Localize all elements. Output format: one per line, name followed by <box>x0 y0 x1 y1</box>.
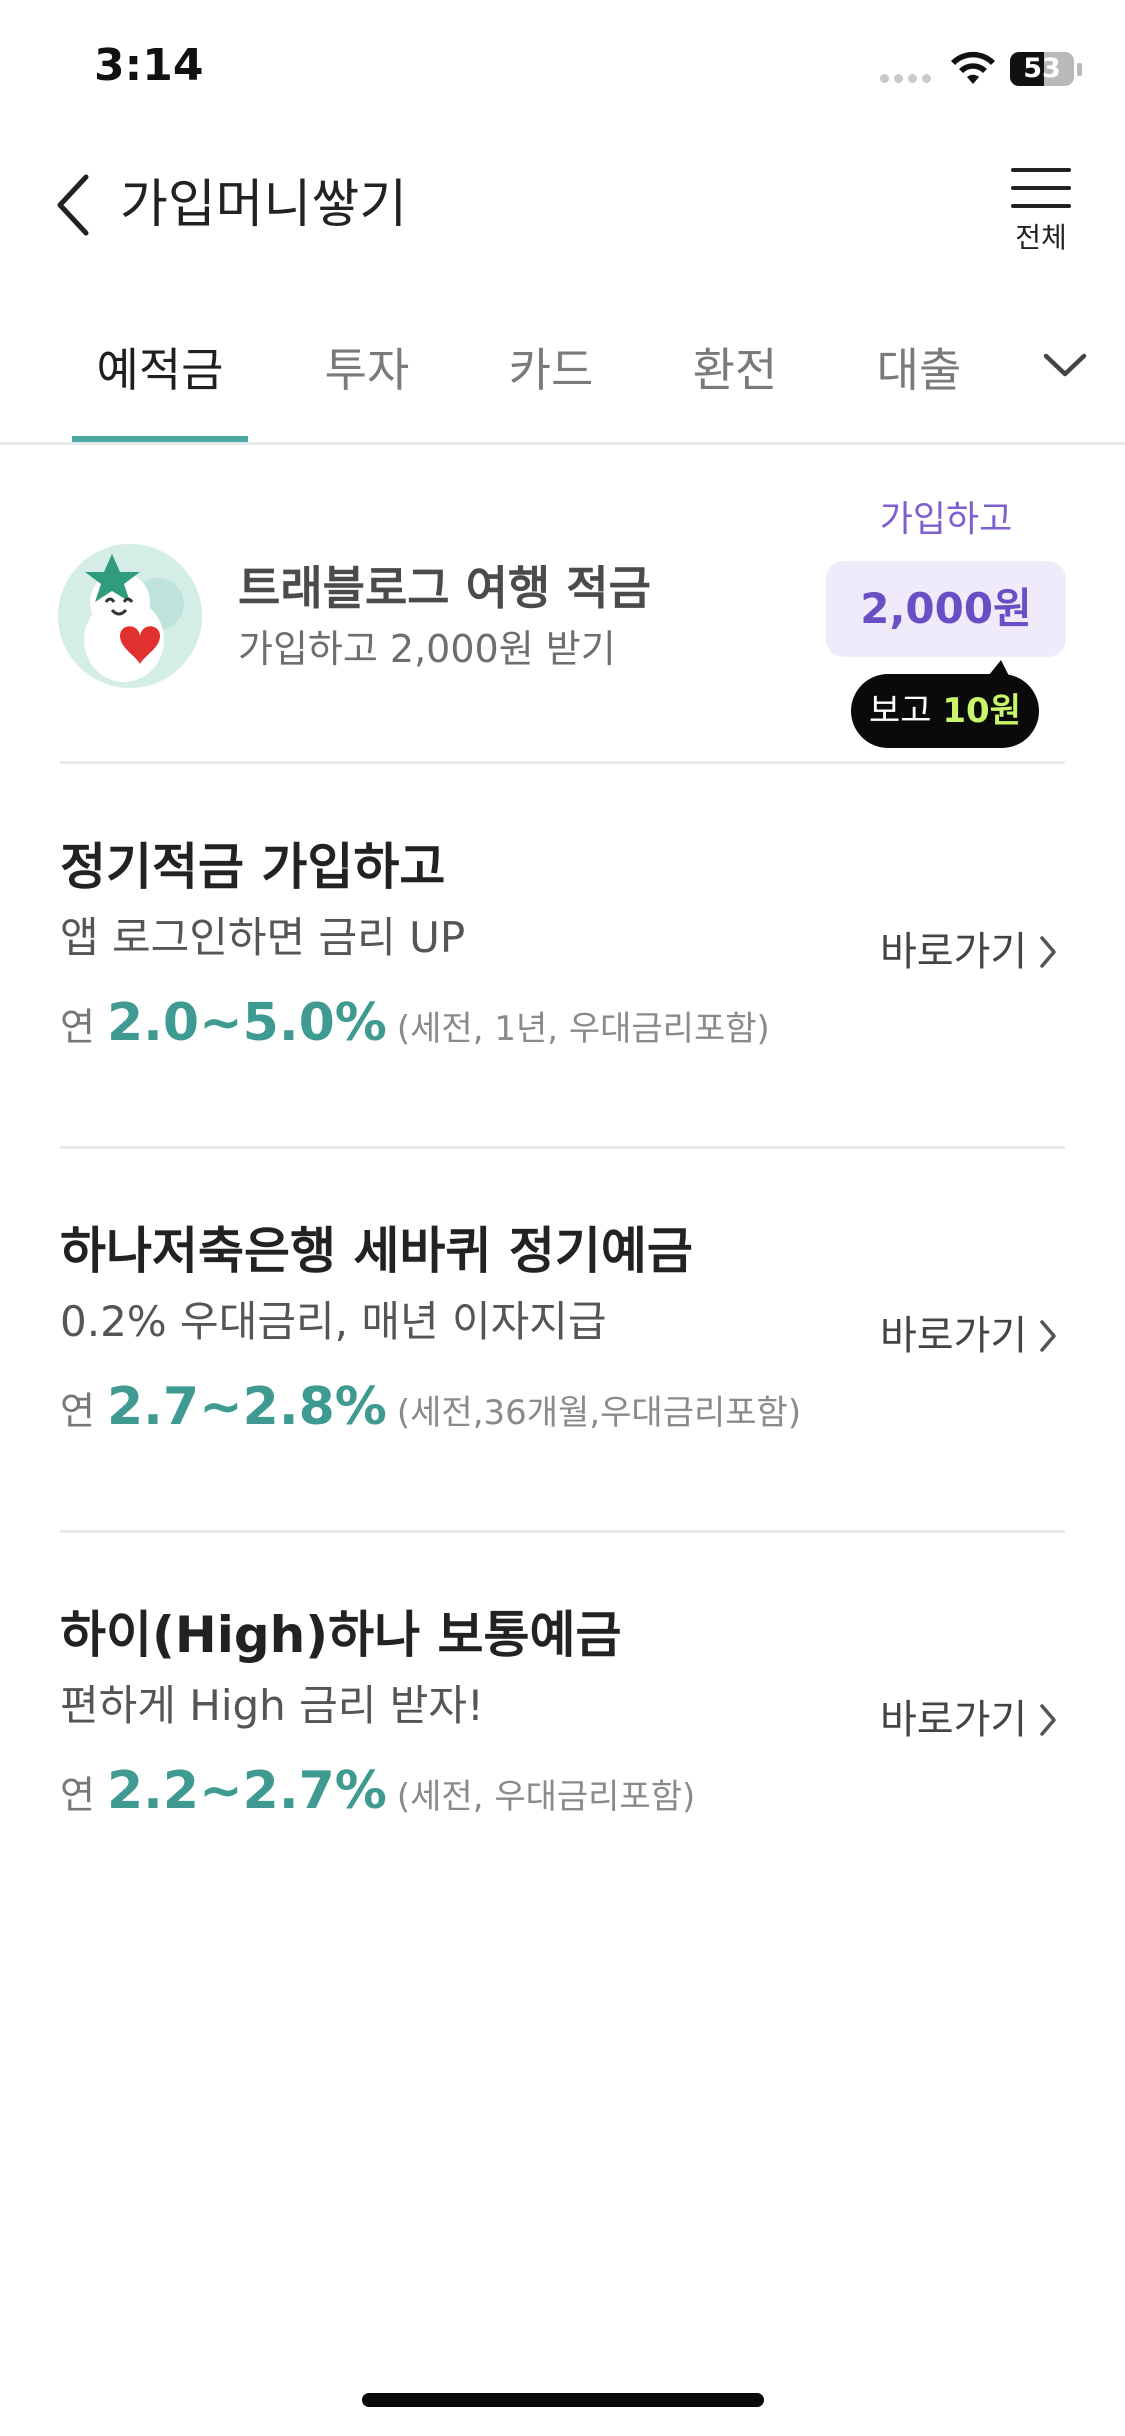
chevron-left-icon <box>57 174 89 236</box>
go-label: 바로가기 <box>880 1697 1028 1743</box>
wifi-icon <box>951 51 995 84</box>
battery-cap <box>1077 63 1082 76</box>
go-label: 바로가기 <box>880 1313 1028 1359</box>
go-button[interactable]: 바로가기 <box>880 1306 1057 1366</box>
promo-character-image <box>58 544 202 688</box>
cellular-signal-icon <box>880 74 931 83</box>
divider <box>60 1530 1065 1533</box>
reward-prefix: 보고 <box>869 691 932 731</box>
product-rate: 연 2.7~2.8% (세전,36개월,우대금리포함) <box>60 1372 801 1454</box>
product-rate: 연 2.2~2.7% (세전, 우대금리포함) <box>60 1756 695 1838</box>
product-card[interactable]: 하이(High)하나 보통예금 편하게 High 금리 받자! 연 2.2~2.7… <box>0 1600 1125 1930</box>
rate-value: 2.2~2.7% <box>106 1761 387 1821</box>
rate-value: 2.0~5.0% <box>106 993 387 1053</box>
tab-savings[interactable]: 예적금 <box>72 330 248 410</box>
reward-badge: 보고 10원 <box>851 674 1039 748</box>
chevron-right-icon <box>1040 1704 1056 1736</box>
status-time: 3:14 <box>94 40 204 91</box>
back-button[interactable] <box>44 165 104 245</box>
promo-cta-label: 가입하고 <box>879 499 1013 540</box>
rate-prefix: 연 <box>60 1773 95 1817</box>
active-tab-indicator <box>72 436 248 442</box>
promo-amount-button[interactable]: 2,000원 <box>826 561 1066 657</box>
product-description: 0.2% 우대금리, 매년 이자지급 <box>60 1297 607 1346</box>
home-indicator[interactable] <box>362 2393 764 2407</box>
product-title: 하이(High)하나 보통예금 <box>60 1606 622 1664</box>
rate-note: (세전, 우대금리포함) <box>396 1777 696 1817</box>
go-label: 바로가기 <box>880 929 1028 975</box>
category-tabs: 예적금 투자 카드 환전 대출 <box>0 310 1125 445</box>
product-rate: 연 2.0~5.0% (세전, 1년, 우대금리포함) <box>60 988 770 1070</box>
tab-exchange[interactable]: 환전 <box>668 330 802 410</box>
product-card[interactable]: 하나저축은행 세바퀴 정기예금 0.2% 우대금리, 매년 이자지급 연 2.7~… <box>0 1216 1125 1546</box>
product-title: 하나저축은행 세바퀴 정기예금 <box>60 1222 693 1280</box>
rate-prefix: 연 <box>60 1389 95 1433</box>
hamburger-menu-icon <box>1011 168 1071 208</box>
product-description: 편하게 High 금리 받자! <box>60 1681 484 1730</box>
tab-card[interactable]: 카드 <box>484 330 618 410</box>
promo-subtitle: 가입하고 2,000원 받기 <box>238 627 616 671</box>
promo-banner[interactable]: 트래블로그 여행 적금 가입하고 2,000원 받기 가입하고 2,000원 보… <box>0 450 1125 760</box>
rate-value: 2.7~2.8% <box>106 1377 387 1437</box>
chevron-down-icon[interactable] <box>1040 340 1090 390</box>
divider <box>60 1146 1065 1149</box>
battery-icon: 53 <box>1010 52 1074 86</box>
menu-label: 전체 <box>1015 221 1067 254</box>
rate-note: (세전,36개월,우대금리포함) <box>396 1393 802 1433</box>
product-title: 정기적금 가입하고 <box>60 838 446 896</box>
chevron-right-icon <box>1040 936 1056 968</box>
battery-level-text: 53 <box>1023 53 1061 84</box>
tab-investment[interactable]: 투자 <box>300 330 434 410</box>
tab-loan[interactable]: 대출 <box>852 330 986 410</box>
promo-title: 트래블로그 여행 적금 <box>238 561 651 615</box>
chevron-right-icon <box>1040 1320 1056 1352</box>
all-menu-button[interactable]: 전체 <box>996 160 1086 270</box>
status-bar: 3:14 53 <box>0 0 1125 140</box>
reward-amount: 10원 <box>942 691 1021 731</box>
go-button[interactable]: 바로가기 <box>880 1690 1057 1750</box>
divider <box>60 761 1065 764</box>
rate-note: (세전, 1년, 우대금리포함) <box>396 1009 770 1049</box>
go-button[interactable]: 바로가기 <box>880 922 1057 982</box>
rate-prefix: 연 <box>60 1005 95 1049</box>
product-card[interactable]: 정기적금 가입하고 앱 로그인하면 금리 UP 연 2.0~5.0% (세전, 1년… <box>0 832 1125 1162</box>
page-title: 가입머니쌓기 <box>120 175 408 235</box>
product-description: 앱 로그인하면 금리 UP <box>60 913 466 962</box>
